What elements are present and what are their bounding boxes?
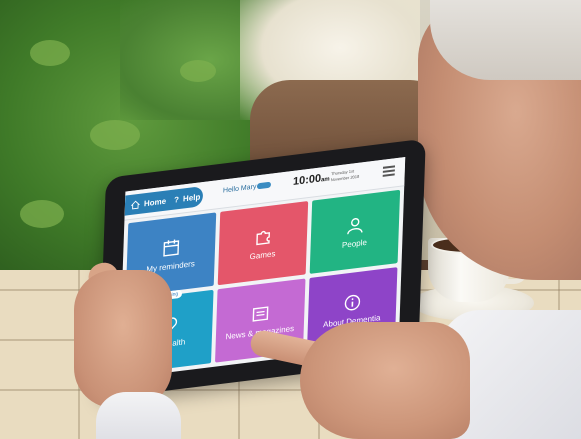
tile-people[interactable]: People [309,189,401,274]
clock-time: 10:00 [292,172,322,188]
newspaper-icon [252,306,269,322]
clock-ampm: am [320,176,330,184]
greeting: Hello Mary [222,183,257,195]
home-label[interactable]: Home [144,196,167,208]
leaf [20,200,64,228]
left-hand [74,270,172,408]
photo-scene: Home ? Help Hello Mary 10:00am Thursday … [0,0,581,439]
tile-label: People [341,237,368,250]
right-hand [300,322,470,439]
calendar-icon [163,239,180,257]
leaf [30,40,70,66]
help-label[interactable]: Help [183,192,201,203]
puzzle-icon [256,230,271,246]
tile-label: Games [249,249,276,262]
leaf [180,60,216,82]
clock: 10:00am [293,171,330,188]
menu-icon[interactable] [382,165,396,177]
home-help-bar[interactable]: Home ? Help [124,186,204,216]
home-icon [130,200,141,209]
leaf [90,120,140,150]
status-badge [256,181,272,190]
tile-games[interactable]: Games [217,201,309,286]
left-sleeve [96,392,181,439]
info-icon [344,294,361,311]
help-icon: ? [173,194,180,205]
date: Thursday 1st November 2018 [331,166,371,183]
person-icon [347,218,363,235]
